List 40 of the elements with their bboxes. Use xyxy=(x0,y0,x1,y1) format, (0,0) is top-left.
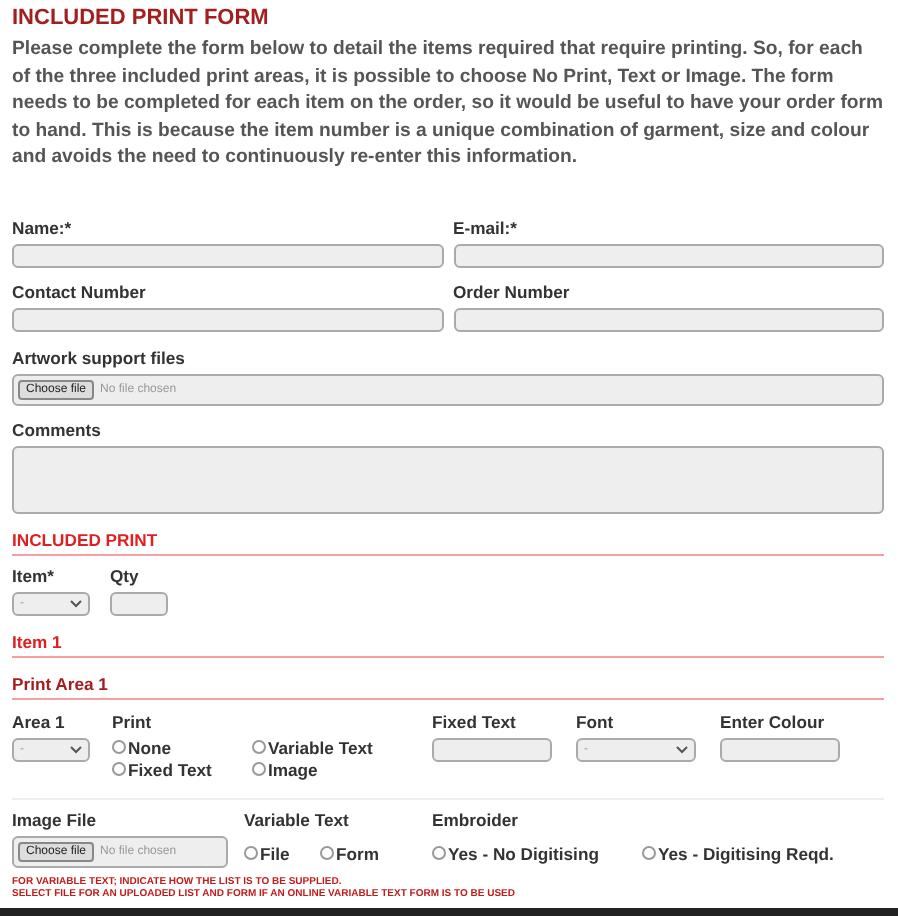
print-area-heading: Print Area 1 xyxy=(12,673,884,700)
radio-option[interactable]: Variable Text xyxy=(252,737,420,758)
radio-option[interactable]: Image xyxy=(252,759,420,780)
input-field[interactable] xyxy=(453,307,884,332)
chevron-down-icon xyxy=(676,745,688,754)
item-heading: Item 1 xyxy=(12,631,884,658)
field-label: Qty xyxy=(110,565,141,586)
field-label: E-mail:* xyxy=(453,217,519,238)
radio-option[interactable]: Form xyxy=(320,843,400,864)
field-label: Comments xyxy=(12,419,103,440)
section-heading: INCLUDED PRINT xyxy=(12,529,884,556)
field-label: Name:* xyxy=(12,217,74,238)
radio-option[interactable]: Yes - No Digitising xyxy=(432,843,642,864)
colour-field[interactable] xyxy=(720,737,840,762)
field-label: Font xyxy=(576,711,616,732)
field-label: Embroider xyxy=(432,809,520,830)
form-title: INCLUDED PRINT FORM xyxy=(12,6,271,30)
field-label: Enter Colour xyxy=(720,711,827,732)
qty-field[interactable] xyxy=(110,591,168,616)
field-label: Order Number xyxy=(453,281,572,302)
field-label: Print xyxy=(112,711,154,732)
fixed-text-field[interactable] xyxy=(432,737,552,762)
chevron-down-icon xyxy=(70,745,82,754)
field-label: Contact Number xyxy=(12,281,148,302)
comments-textarea[interactable] xyxy=(12,445,884,514)
input-field[interactable] xyxy=(12,243,443,268)
field-label: Item* xyxy=(12,565,57,586)
intro-paragraph: Please complete the form below to detail the items required that require printing. So, for each of the three included print areas, it is possible to choose No Print, Text or Image. The form needs to be completed for each item on the order, so it would be useful to have your order form to hand. This is because the item number is a unique combination of garment, size and colour and avoids the need to continuously re-enter this information. xyxy=(12,36,884,172)
input-field[interactable] xyxy=(12,307,443,332)
radio-option[interactable]: File xyxy=(244,843,320,864)
input-field[interactable] xyxy=(453,243,884,268)
radio-option[interactable]: Yes - Digitising Reqd. xyxy=(642,843,882,864)
field-label: Artwork support files xyxy=(12,347,187,368)
radio-option[interactable]: None xyxy=(112,737,252,758)
field-label: Area 1 xyxy=(12,711,67,732)
field-label: Image File xyxy=(12,809,99,830)
chevron-down-icon xyxy=(70,599,82,608)
radio-option[interactable]: Fixed Text xyxy=(112,759,252,780)
field-label: Fixed Text xyxy=(432,711,518,732)
field-label: Variable Text xyxy=(244,809,351,830)
